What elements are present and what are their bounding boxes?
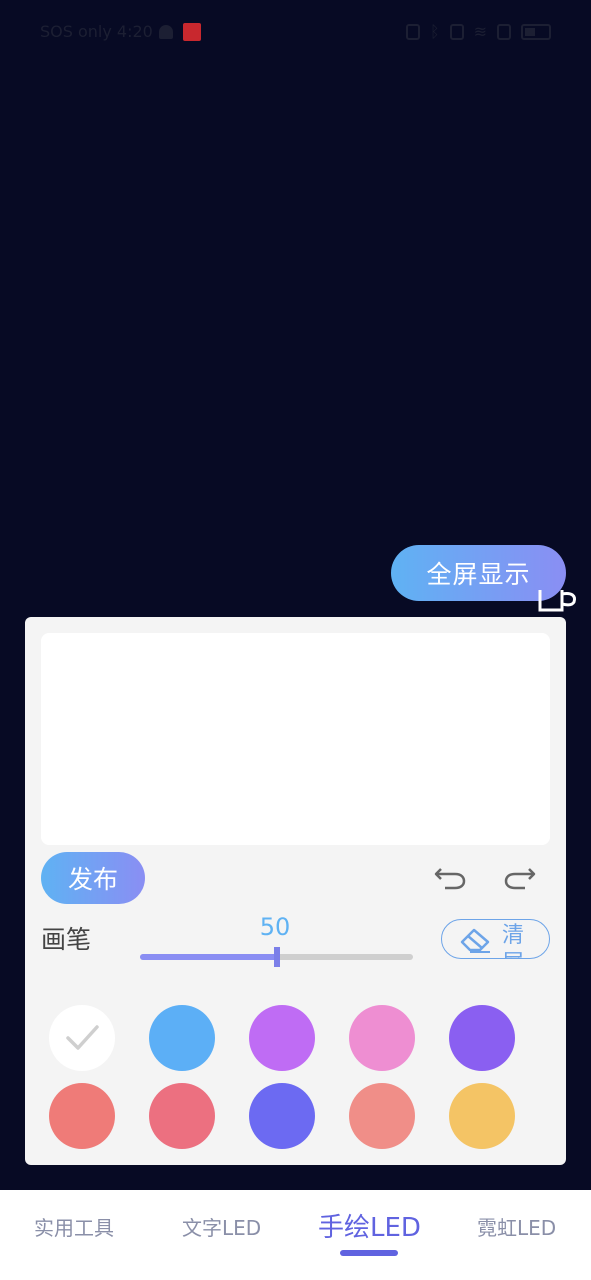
status-left: SOS only 4:20 xyxy=(40,22,201,41)
color-swatch[interactable] xyxy=(249,1083,315,1149)
bluetooth-icon: ᛒ xyxy=(429,22,440,41)
publish-button[interactable]: 发布 xyxy=(41,852,145,904)
cup-icon[interactable] xyxy=(538,582,578,612)
color-swatch[interactable] xyxy=(249,1005,315,1071)
status-right: ᛒ ≋ xyxy=(405,22,551,41)
color-swatch[interactable] xyxy=(49,1005,115,1071)
color-swatch[interactable] xyxy=(149,1083,215,1149)
color-swatch[interactable] xyxy=(149,1005,215,1071)
status-text: SOS only 4:20 xyxy=(40,22,153,41)
slider-thumb[interactable] xyxy=(273,947,280,967)
color-swatch[interactable] xyxy=(349,1005,415,1071)
tab-tools[interactable]: 实用工具 xyxy=(34,1212,114,1241)
nfc-icon xyxy=(405,23,420,40)
color-palette xyxy=(49,1005,549,1149)
redo-icon[interactable] xyxy=(503,863,537,893)
drawing-canvas[interactable] xyxy=(41,633,550,845)
check-icon xyxy=(66,1025,99,1050)
tab-draw-led[interactable]: 手绘LED xyxy=(318,1207,421,1244)
drawing-panel: 发布 画笔 50 清屏 xyxy=(25,617,566,1165)
active-tab-indicator xyxy=(340,1250,398,1256)
clear-button-label: 清屏 xyxy=(502,923,525,958)
brush-size-value: 50 xyxy=(259,913,291,941)
clear-button[interactable]: 清屏 xyxy=(441,919,550,959)
color-swatch[interactable] xyxy=(449,1083,515,1149)
status-bar: SOS only 4:20 ᛒ ≋ xyxy=(0,0,591,66)
color-swatch[interactable] xyxy=(449,1005,515,1071)
tab-text-led[interactable]: 文字LED xyxy=(182,1212,261,1241)
brush-size-slider[interactable] xyxy=(140,947,413,967)
bottom-nav: 实用工具 文字LED 手绘LED 霓虹LED xyxy=(0,1190,591,1280)
slider-fill xyxy=(140,954,277,960)
brush-label: 画笔 xyxy=(41,925,92,954)
undo-icon[interactable] xyxy=(433,863,467,893)
vibrate-icon xyxy=(449,23,464,40)
bell-icon xyxy=(158,24,173,39)
eraser-icon xyxy=(460,928,490,953)
color-swatch[interactable] xyxy=(349,1083,415,1149)
wifi-icon: ≋ xyxy=(473,22,487,41)
battery-icon xyxy=(521,23,551,40)
tab-neon-led[interactable]: 霓虹LED xyxy=(477,1212,556,1241)
color-swatch[interactable] xyxy=(49,1083,115,1149)
sim-icon xyxy=(497,23,511,40)
app-badge-icon xyxy=(182,22,201,41)
